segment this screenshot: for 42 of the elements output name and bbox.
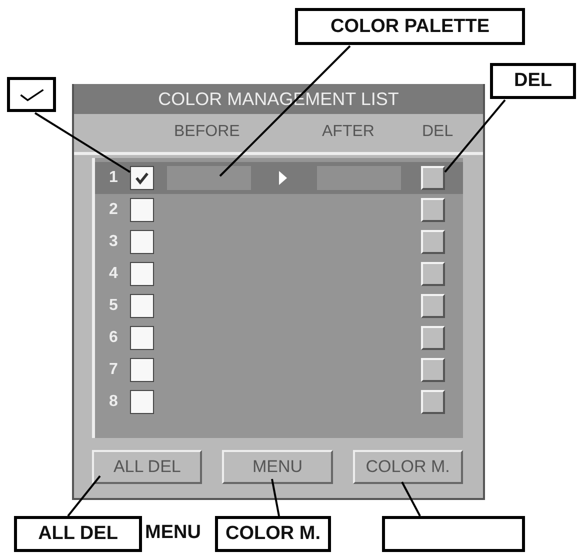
row-number: 8	[109, 393, 118, 411]
selected-row[interactable]: 1	[95, 162, 463, 194]
delete-button[interactable]	[421, 390, 445, 414]
delete-button[interactable]	[421, 358, 445, 382]
callout-label: DEL	[490, 63, 576, 99]
menu-button[interactable]: MENU	[222, 450, 333, 484]
checkbox[interactable]	[130, 326, 154, 350]
row-number: 6	[109, 329, 118, 347]
row-number: 5	[109, 297, 118, 315]
checkbox[interactable]	[130, 166, 154, 190]
row-number: 4	[109, 265, 118, 283]
arrow-icon	[279, 171, 287, 185]
checkbox[interactable]	[130, 198, 154, 222]
callout-label: COLOR M.	[215, 516, 331, 552]
leader-line	[271, 478, 280, 516]
row-number: 7	[109, 361, 118, 379]
checkbox[interactable]	[130, 230, 154, 254]
column-header: BEFORE	[174, 123, 240, 141]
callout-label: COLOR PALETTE	[295, 8, 525, 45]
row-number: 2	[109, 201, 118, 219]
callout-label: ALL DEL	[14, 516, 142, 552]
color-field[interactable]	[167, 166, 251, 190]
callout-label: MENU	[145, 522, 201, 544]
menu-button[interactable]: COLOR M.	[352, 450, 463, 484]
checkbox[interactable]	[130, 390, 154, 414]
column-header: AFTER	[322, 123, 374, 141]
checkbox[interactable]	[130, 262, 154, 286]
delete-button[interactable]	[421, 294, 445, 318]
row-number: 3	[109, 233, 118, 251]
checkbox[interactable]	[130, 294, 154, 318]
delete-button[interactable]	[421, 326, 445, 350]
delete-button[interactable]	[421, 166, 445, 190]
row-number: 1	[109, 169, 118, 187]
delete-button[interactable]	[421, 198, 445, 222]
checkmark-icon	[18, 88, 44, 102]
leader-line	[67, 475, 101, 517]
menu-button[interactable]: ALL DEL	[92, 450, 202, 484]
leader-line	[401, 482, 421, 516]
delete-button[interactable]	[421, 262, 445, 286]
column-header: DEL	[422, 123, 454, 141]
checkbox[interactable]	[130, 358, 154, 382]
delete-button[interactable]	[421, 230, 445, 254]
